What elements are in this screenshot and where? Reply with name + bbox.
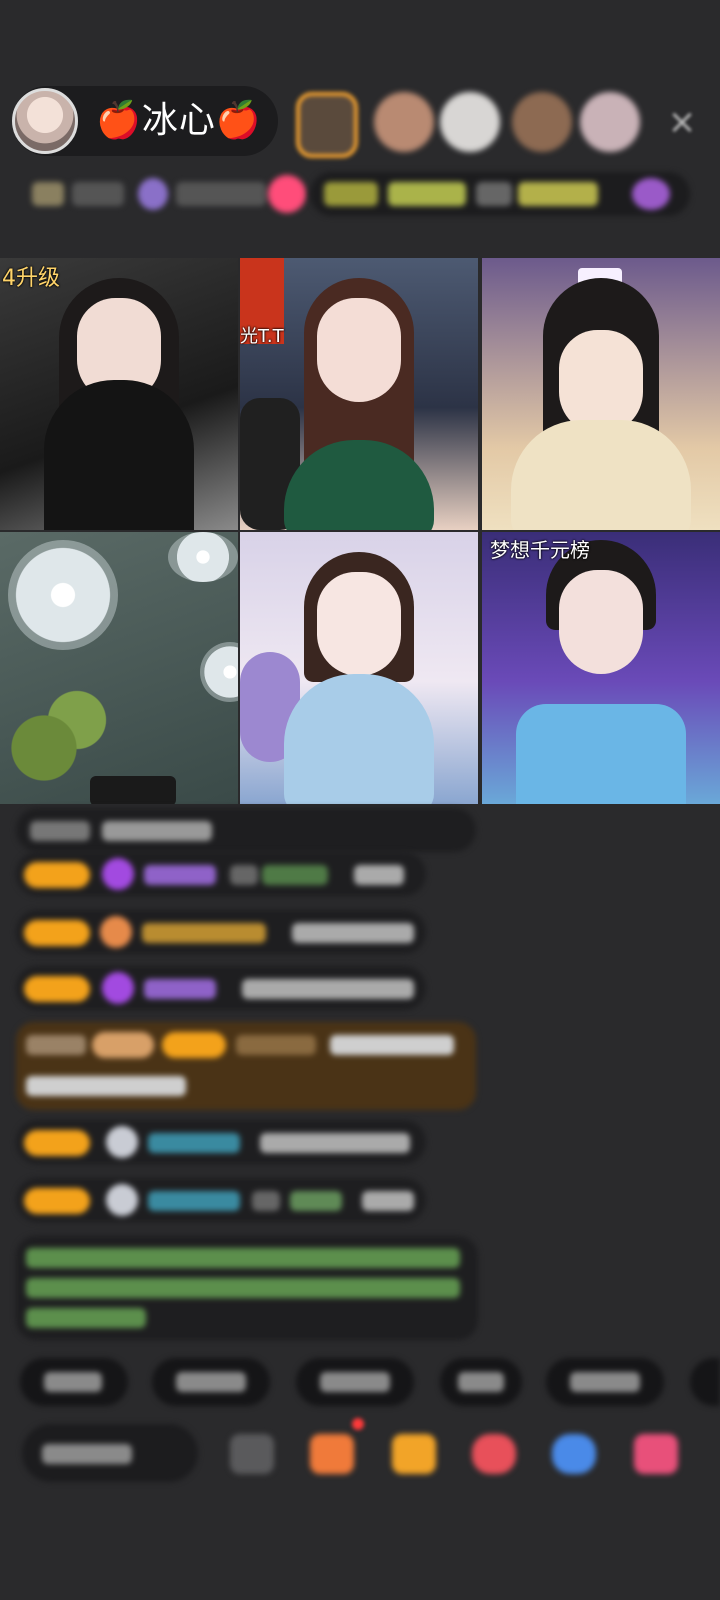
chat-username[interactable] <box>236 1035 316 1055</box>
chat-message[interactable] <box>16 808 476 852</box>
chat-message[interactable] <box>16 910 426 954</box>
status-chip <box>388 182 466 206</box>
notice-text <box>26 1308 146 1328</box>
close-icon[interactable]: × <box>664 104 700 140</box>
chat-text <box>26 1076 186 1096</box>
chat-username[interactable] <box>148 1133 240 1153</box>
host-avatar[interactable] <box>12 88 78 154</box>
guest-video-tile[interactable]: 光T.T <box>240 258 478 530</box>
notice-text <box>26 1278 460 1298</box>
guest-video-tile-empty[interactable] <box>0 532 238 804</box>
chat-text <box>102 821 212 841</box>
chat-username[interactable] <box>144 865 216 885</box>
quick-reply-chip[interactable] <box>690 1358 720 1406</box>
flower-decoration <box>168 532 238 582</box>
chat-text <box>292 923 414 943</box>
gift-icon[interactable] <box>268 175 306 213</box>
chat-username[interactable] <box>290 1191 342 1211</box>
chat-text <box>354 865 404 885</box>
quick-reply-chip[interactable] <box>440 1358 522 1406</box>
fan-badge <box>92 1032 154 1058</box>
notice-text <box>26 1248 460 1268</box>
notification-dot <box>352 1418 364 1430</box>
gift-box-icon[interactable] <box>392 1434 436 1474</box>
pk-status-bar[interactable] <box>310 172 690 216</box>
top-viewer-avatar[interactable] <box>296 92 358 158</box>
guest-video-tile[interactable] <box>240 532 478 804</box>
chat-text <box>230 865 258 885</box>
fans-icon <box>138 178 168 210</box>
gem-icon <box>102 858 134 890</box>
guest-video-tile[interactable]: 梦想千元榜 <box>482 532 720 804</box>
quick-reply-chip[interactable] <box>296 1358 414 1406</box>
pk-game-icon[interactable] <box>552 1434 596 1474</box>
viewer-avatar[interactable] <box>374 92 434 152</box>
fans-chip <box>176 182 266 206</box>
chat-message-highlight[interactable] <box>16 1022 476 1110</box>
chat-message[interactable] <box>16 1120 426 1164</box>
gift-icon[interactable] <box>634 1434 678 1474</box>
flower-decoration <box>200 642 238 702</box>
level-badge <box>24 1188 90 1214</box>
chat-message[interactable] <box>16 852 426 896</box>
level-badge <box>162 1032 226 1058</box>
viewer-avatar[interactable] <box>580 92 640 152</box>
viewer-avatar[interactable] <box>512 92 572 152</box>
quick-reply-chip[interactable] <box>152 1358 270 1406</box>
chat-text <box>252 1191 280 1211</box>
chat-message[interactable] <box>16 966 426 1010</box>
heart-icon <box>100 916 132 948</box>
chat-message[interactable] <box>16 1178 426 1222</box>
chat-input[interactable] <box>22 1424 198 1482</box>
shop-icon[interactable] <box>310 1434 354 1474</box>
game-icon[interactable] <box>472 1434 516 1474</box>
gem-icon <box>102 972 134 1004</box>
user-icon <box>106 1184 138 1216</box>
user-icon <box>106 1126 138 1158</box>
host-info-pill[interactable]: 🍎冰心🍎 <box>12 86 278 156</box>
more-icon[interactable] <box>230 1434 274 1474</box>
status-chip <box>518 182 598 206</box>
status-chip <box>476 182 512 206</box>
level-badge <box>24 1130 90 1156</box>
chat-username[interactable] <box>144 979 216 999</box>
chat-text <box>362 1191 414 1211</box>
level-badge <box>24 862 90 888</box>
tile-label: 梦想千元榜 <box>490 538 590 562</box>
chat-username[interactable] <box>142 923 266 943</box>
chat-username[interactable] <box>148 1191 240 1211</box>
flower-decoration <box>8 540 118 650</box>
tile-label: 4升级 <box>2 266 60 291</box>
quick-reply-chip[interactable] <box>546 1358 664 1406</box>
chat-text <box>260 1133 410 1153</box>
guest-video-tile[interactable] <box>482 258 720 530</box>
chat-text <box>242 979 414 999</box>
guest-video-tile[interactable]: 4升级 <box>0 258 238 530</box>
rank-icon <box>32 182 64 206</box>
room-info-row[interactable] <box>20 172 306 216</box>
level-badge <box>24 976 90 1002</box>
quick-reply-chip[interactable] <box>20 1358 128 1406</box>
system-notice <box>16 1236 478 1340</box>
tile-label: 光T.T <box>240 326 284 347</box>
level-badge <box>24 920 90 946</box>
multi-guest-video-grid: 4升级 光T.T 梦想千元榜 <box>0 258 720 804</box>
host-name: 🍎冰心🍎 <box>96 100 262 141</box>
chat-username[interactable] <box>262 865 328 885</box>
room-info-chip <box>72 182 124 206</box>
chat-text <box>26 1035 86 1055</box>
device <box>90 776 176 804</box>
viewer-avatar[interactable] <box>440 92 500 152</box>
chat-text <box>30 821 90 841</box>
pk-icon[interactable] <box>632 178 670 210</box>
chat-text <box>330 1035 454 1055</box>
status-chip <box>324 182 378 206</box>
